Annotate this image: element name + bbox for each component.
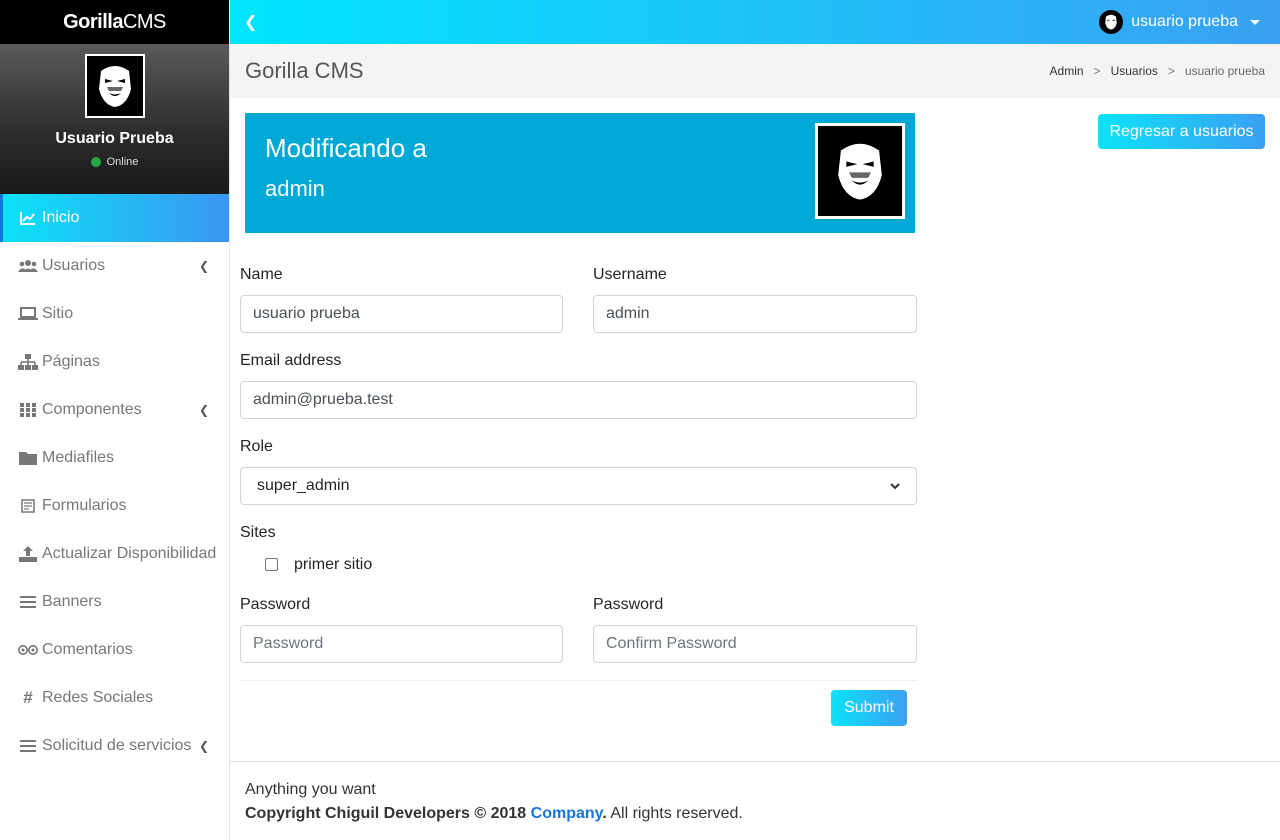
rights-text: All rights reserved.: [610, 805, 743, 822]
site-checkbox[interactable]: [265, 558, 278, 571]
page-title: Gorilla CMS: [245, 58, 364, 83]
status-text: Online: [106, 156, 139, 168]
email-label: Email address: [240, 352, 342, 369]
upload-icon: [18, 546, 38, 562]
sitemap-icon: [18, 354, 38, 370]
banner-title: Modificando a: [265, 133, 427, 163]
caret-down-icon: [1250, 19, 1260, 25]
sidebar-item-label: Páginas: [42, 353, 100, 370]
brand-bold: Gorilla: [63, 10, 123, 33]
brand-logo[interactable]: Gorilla CMS: [0, 0, 229, 44]
sidebar-item-solicitud-de-servicios[interactable]: Solicitud de servicios ❮: [0, 722, 229, 770]
footer-copyright-line: Copyright Chiguil Developers © 2018 Comp…: [245, 805, 1265, 823]
confirm-password-label: Password: [593, 596, 664, 613]
email-input[interactable]: [240, 381, 917, 419]
sidebar-item-label: Banners: [42, 593, 102, 610]
banner-subtitle: admin: [265, 176, 325, 201]
sidebar-item-paginas[interactable]: Páginas: [0, 338, 229, 386]
sidebar-item-comentarios[interactable]: Comentarios: [0, 626, 229, 674]
copyright-text: Copyright Chiguil Developers © 2018: [245, 805, 527, 822]
sidebar-item-label: Actualizar Disponibilidad: [42, 545, 217, 562]
sidebar-item-label: Comentarios: [42, 641, 133, 658]
laptop-icon: [18, 307, 38, 321]
copyright-period: .: [602, 805, 607, 822]
breadcrumb-separator: >: [1093, 64, 1101, 78]
tripadvisor-icon: [18, 644, 38, 656]
sidebar-toggle-chevron-icon[interactable]: ❮: [244, 12, 257, 32]
sidebar-item-label: Redes Sociales: [42, 689, 154, 706]
company-link[interactable]: Company: [531, 805, 603, 822]
sidebar-item-label: Componentes: [42, 401, 142, 418]
sidebar-user-name: Usuario Prueba: [55, 130, 174, 147]
chevron-left-icon: ❮: [198, 259, 209, 273]
sidebar-item-label: Sitio: [42, 305, 74, 322]
user-menu-dropdown[interactable]: usuario prueba: [1099, 10, 1260, 34]
breadcrumb-item-usuarios[interactable]: Usuarios: [1111, 64, 1158, 78]
sidebar-item-mediafiles[interactable]: Mediafiles: [0, 434, 229, 482]
confirm-password-input[interactable]: [593, 625, 917, 663]
site-option-label[interactable]: primer sitio: [294, 556, 372, 574]
topbar-user-name: usuario prueba: [1131, 13, 1238, 30]
sidebar-item-usuarios[interactable]: Usuarios ❮: [0, 242, 229, 290]
chart-line-icon: [18, 211, 38, 225]
gorilla-avatar: [815, 123, 905, 219]
breadcrumb: Admin > Usuarios > usuario prueba: [1050, 64, 1265, 78]
bars-icon: [18, 595, 38, 609]
chevron-left-icon: ❮: [198, 739, 209, 753]
page-header: Gorilla CMS Admin > Usuarios > usuario p…: [230, 44, 1280, 98]
footer: Anything you want Copyright Chiguil Deve…: [230, 761, 1280, 840]
submit-button[interactable]: Submit: [831, 690, 907, 726]
password-input[interactable]: [240, 625, 563, 663]
form-divider: [240, 680, 917, 681]
sidebar-item-label: Solicitud de servicios: [42, 737, 192, 754]
sidebar-item-label: Mediafiles: [42, 449, 115, 466]
sidebar-item-sitio[interactable]: Sitio: [0, 290, 229, 338]
role-select[interactable]: super_admin: [240, 467, 917, 505]
folder-icon: [18, 451, 38, 465]
users-icon: [18, 259, 38, 273]
sidebar: GorillaCMS Usuario Prueba Online Inicio: [0, 0, 230, 840]
breadcrumb-item-admin[interactable]: Admin: [1050, 64, 1084, 78]
sidebar-item-inicio[interactable]: Inicio: [0, 194, 229, 242]
sidebar-item-formularios[interactable]: Formularios: [0, 482, 229, 530]
role-selected-value: super_admin: [257, 477, 350, 494]
role-select-box[interactable]: super_admin: [240, 467, 917, 505]
sidebar-nav: Inicio Usuarios ❮ Sitio Páginas Componen…: [0, 194, 229, 770]
sidebar-item-banners[interactable]: Banners: [0, 578, 229, 626]
name-input[interactable]: [240, 295, 563, 333]
topbar: ❮ usuario prueba: [230, 0, 1280, 44]
sidebar-item-actualizar-disponibilidad[interactable]: Actualizar Disponibilidad: [0, 530, 229, 578]
breadcrumb-separator: >: [1167, 64, 1175, 78]
hashtag-icon: #: [23, 688, 33, 707]
back-to-users-button[interactable]: Regresar a usuarios: [1098, 114, 1265, 149]
sites-label: Sites: [240, 524, 276, 541]
user-panel: Usuario Prueba Online: [0, 44, 229, 194]
gorilla-avatar: [84, 54, 145, 118]
username-label: Username: [593, 266, 667, 283]
form-icon: [18, 499, 38, 513]
sidebar-item-label: Formularios: [42, 497, 127, 514]
name-label: Name: [240, 266, 283, 283]
footer-tagline: Anything you want: [245, 781, 376, 798]
user-avatar-icon: [1099, 10, 1124, 34]
password-label: Password: [240, 596, 311, 613]
grid-icon: [18, 403, 38, 417]
bars-icon: [18, 739, 38, 753]
online-dot-icon: [90, 157, 101, 167]
sidebar-item-componentes[interactable]: Componentes ❮: [0, 386, 229, 434]
chevron-left-icon: ❮: [198, 403, 209, 417]
sidebar-item-redes-sociales[interactable]: # Redes Sociales: [0, 674, 229, 722]
username-input[interactable]: [593, 295, 917, 333]
sidebar-item-label: Usuarios: [42, 257, 106, 274]
role-label: Role: [240, 438, 273, 455]
sidebar-item-label: Inicio: [42, 209, 80, 226]
user-status: Online: [90, 156, 139, 168]
chevron-down-icon: [890, 482, 900, 489]
edit-user-banner: Modificando a admin: [245, 113, 915, 233]
brand-light: CMS: [122, 10, 166, 33]
breadcrumb-item-current: usuario prueba: [1184, 64, 1265, 78]
